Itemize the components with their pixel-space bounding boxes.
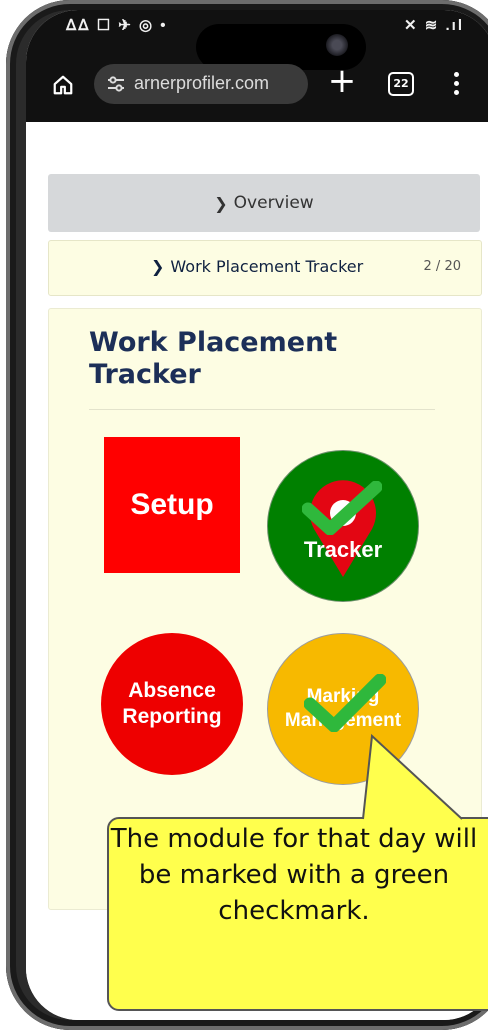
home-icon[interactable] (52, 74, 74, 96)
status-right-icons: ✕ ≋ .ıl (404, 17, 464, 34)
absence-label: Absence Reporting (122, 679, 222, 728)
checkmark-icon (304, 674, 386, 732)
address-row: arnerprofiler.com + 22 (26, 58, 488, 112)
status-left-icons: ᐃᐃ ☐ ✈ ◎ • (66, 17, 168, 34)
tabs-icon[interactable]: 22 (388, 72, 414, 96)
chevron-right-icon: ❯ (214, 193, 228, 213)
setup-button[interactable]: Setup (104, 437, 240, 573)
checkmark-icon (302, 481, 382, 535)
absence-reporting-button[interactable]: Absence Reporting (101, 633, 243, 775)
section-label-wrap: ❯ Work Placement Tracker (151, 257, 363, 276)
tracker-button[interactable]: Tracker (267, 450, 419, 602)
overview-label: Overview (233, 193, 314, 213)
new-tab-button[interactable]: + (324, 64, 360, 100)
callout-text: The module for that day will be marked w… (110, 824, 478, 926)
section-nav[interactable]: ❯ Work Placement Tracker 2 / 20 (48, 240, 482, 296)
tracker-label: Tracker (303, 537, 383, 562)
address-bar[interactable]: arnerprofiler.com (94, 64, 308, 104)
annotation-callout: The module for that day will be marked w… (107, 817, 488, 1011)
front-camera (326, 34, 348, 56)
divider (89, 409, 435, 410)
marking-management-button[interactable]: Marking Management (267, 633, 419, 785)
url-text: arnerprofiler.com (134, 73, 270, 93)
section-count: 2 / 20 (423, 259, 461, 274)
tune-icon[interactable] (106, 74, 126, 94)
browser-chrome: ᐃᐃ ☐ ✈ ◎ • ✕ ≋ .ıl arnerprofiler.com + 2… (26, 10, 488, 122)
chevron-right-icon: ❯ (151, 257, 165, 276)
card-title: Work Placement Tracker (89, 327, 338, 390)
more-vert-icon[interactable] (454, 72, 460, 98)
section-label: Work Placement Tracker (170, 257, 364, 276)
setup-label: Setup (130, 488, 214, 521)
overview-nav[interactable]: ❯ Overview (48, 174, 480, 232)
